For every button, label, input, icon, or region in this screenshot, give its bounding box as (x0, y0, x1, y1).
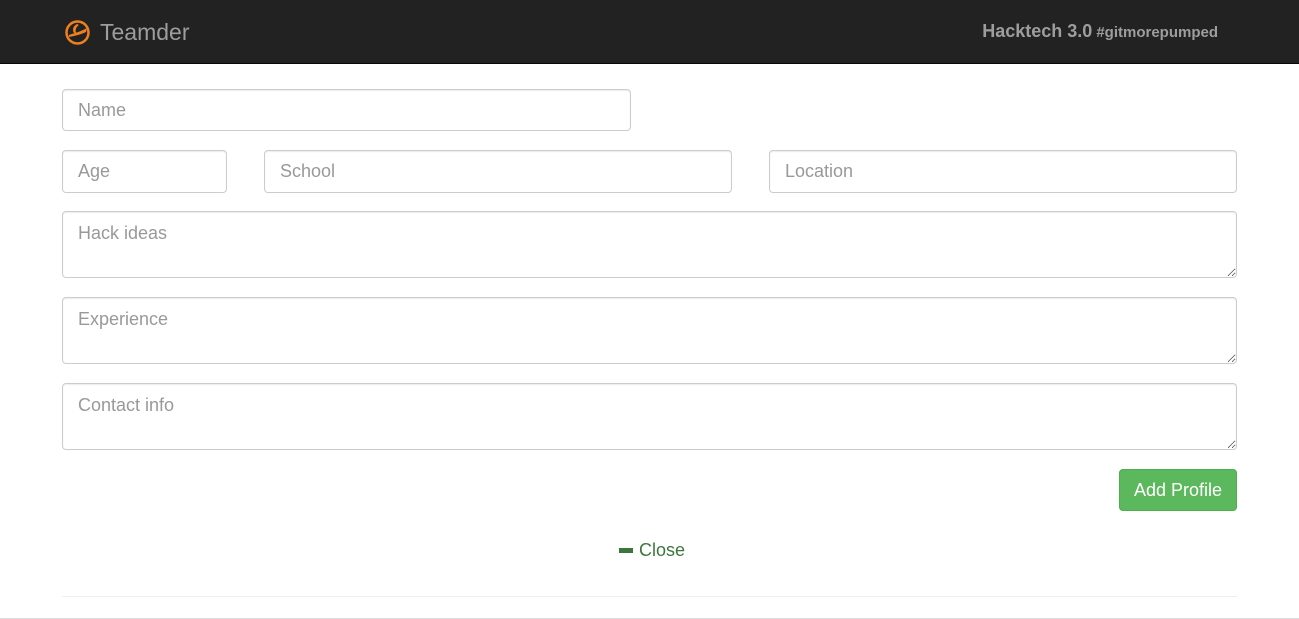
add-profile-button[interactable]: Add Profile (1119, 469, 1237, 511)
brand-name: Teamder (100, 19, 190, 45)
school-input[interactable] (264, 150, 732, 193)
event-hashtag: #gitmorepumped (1096, 24, 1218, 41)
flame-logo-icon (65, 19, 90, 45)
hack-ideas-textarea[interactable] (62, 211, 1237, 278)
age-input[interactable] (62, 150, 227, 193)
brand-link[interactable]: Teamder (65, 17, 189, 47)
experience-textarea[interactable] (62, 297, 1237, 364)
location-input[interactable] (769, 150, 1237, 193)
close-link[interactable]: Close (619, 539, 685, 561)
minus-icon (619, 547, 633, 553)
divider (62, 596, 1237, 597)
event-name: Hacktech 3.0 (982, 21, 1093, 41)
name-input[interactable] (62, 89, 631, 131)
navbar: Teamder Hacktech 3.0 #gitmorepumped (0, 0, 1299, 64)
event-title: Hacktech 3.0 #gitmorepumped (982, 20, 1218, 44)
close-label: Close (639, 539, 686, 560)
contact-info-textarea[interactable] (62, 383, 1237, 450)
